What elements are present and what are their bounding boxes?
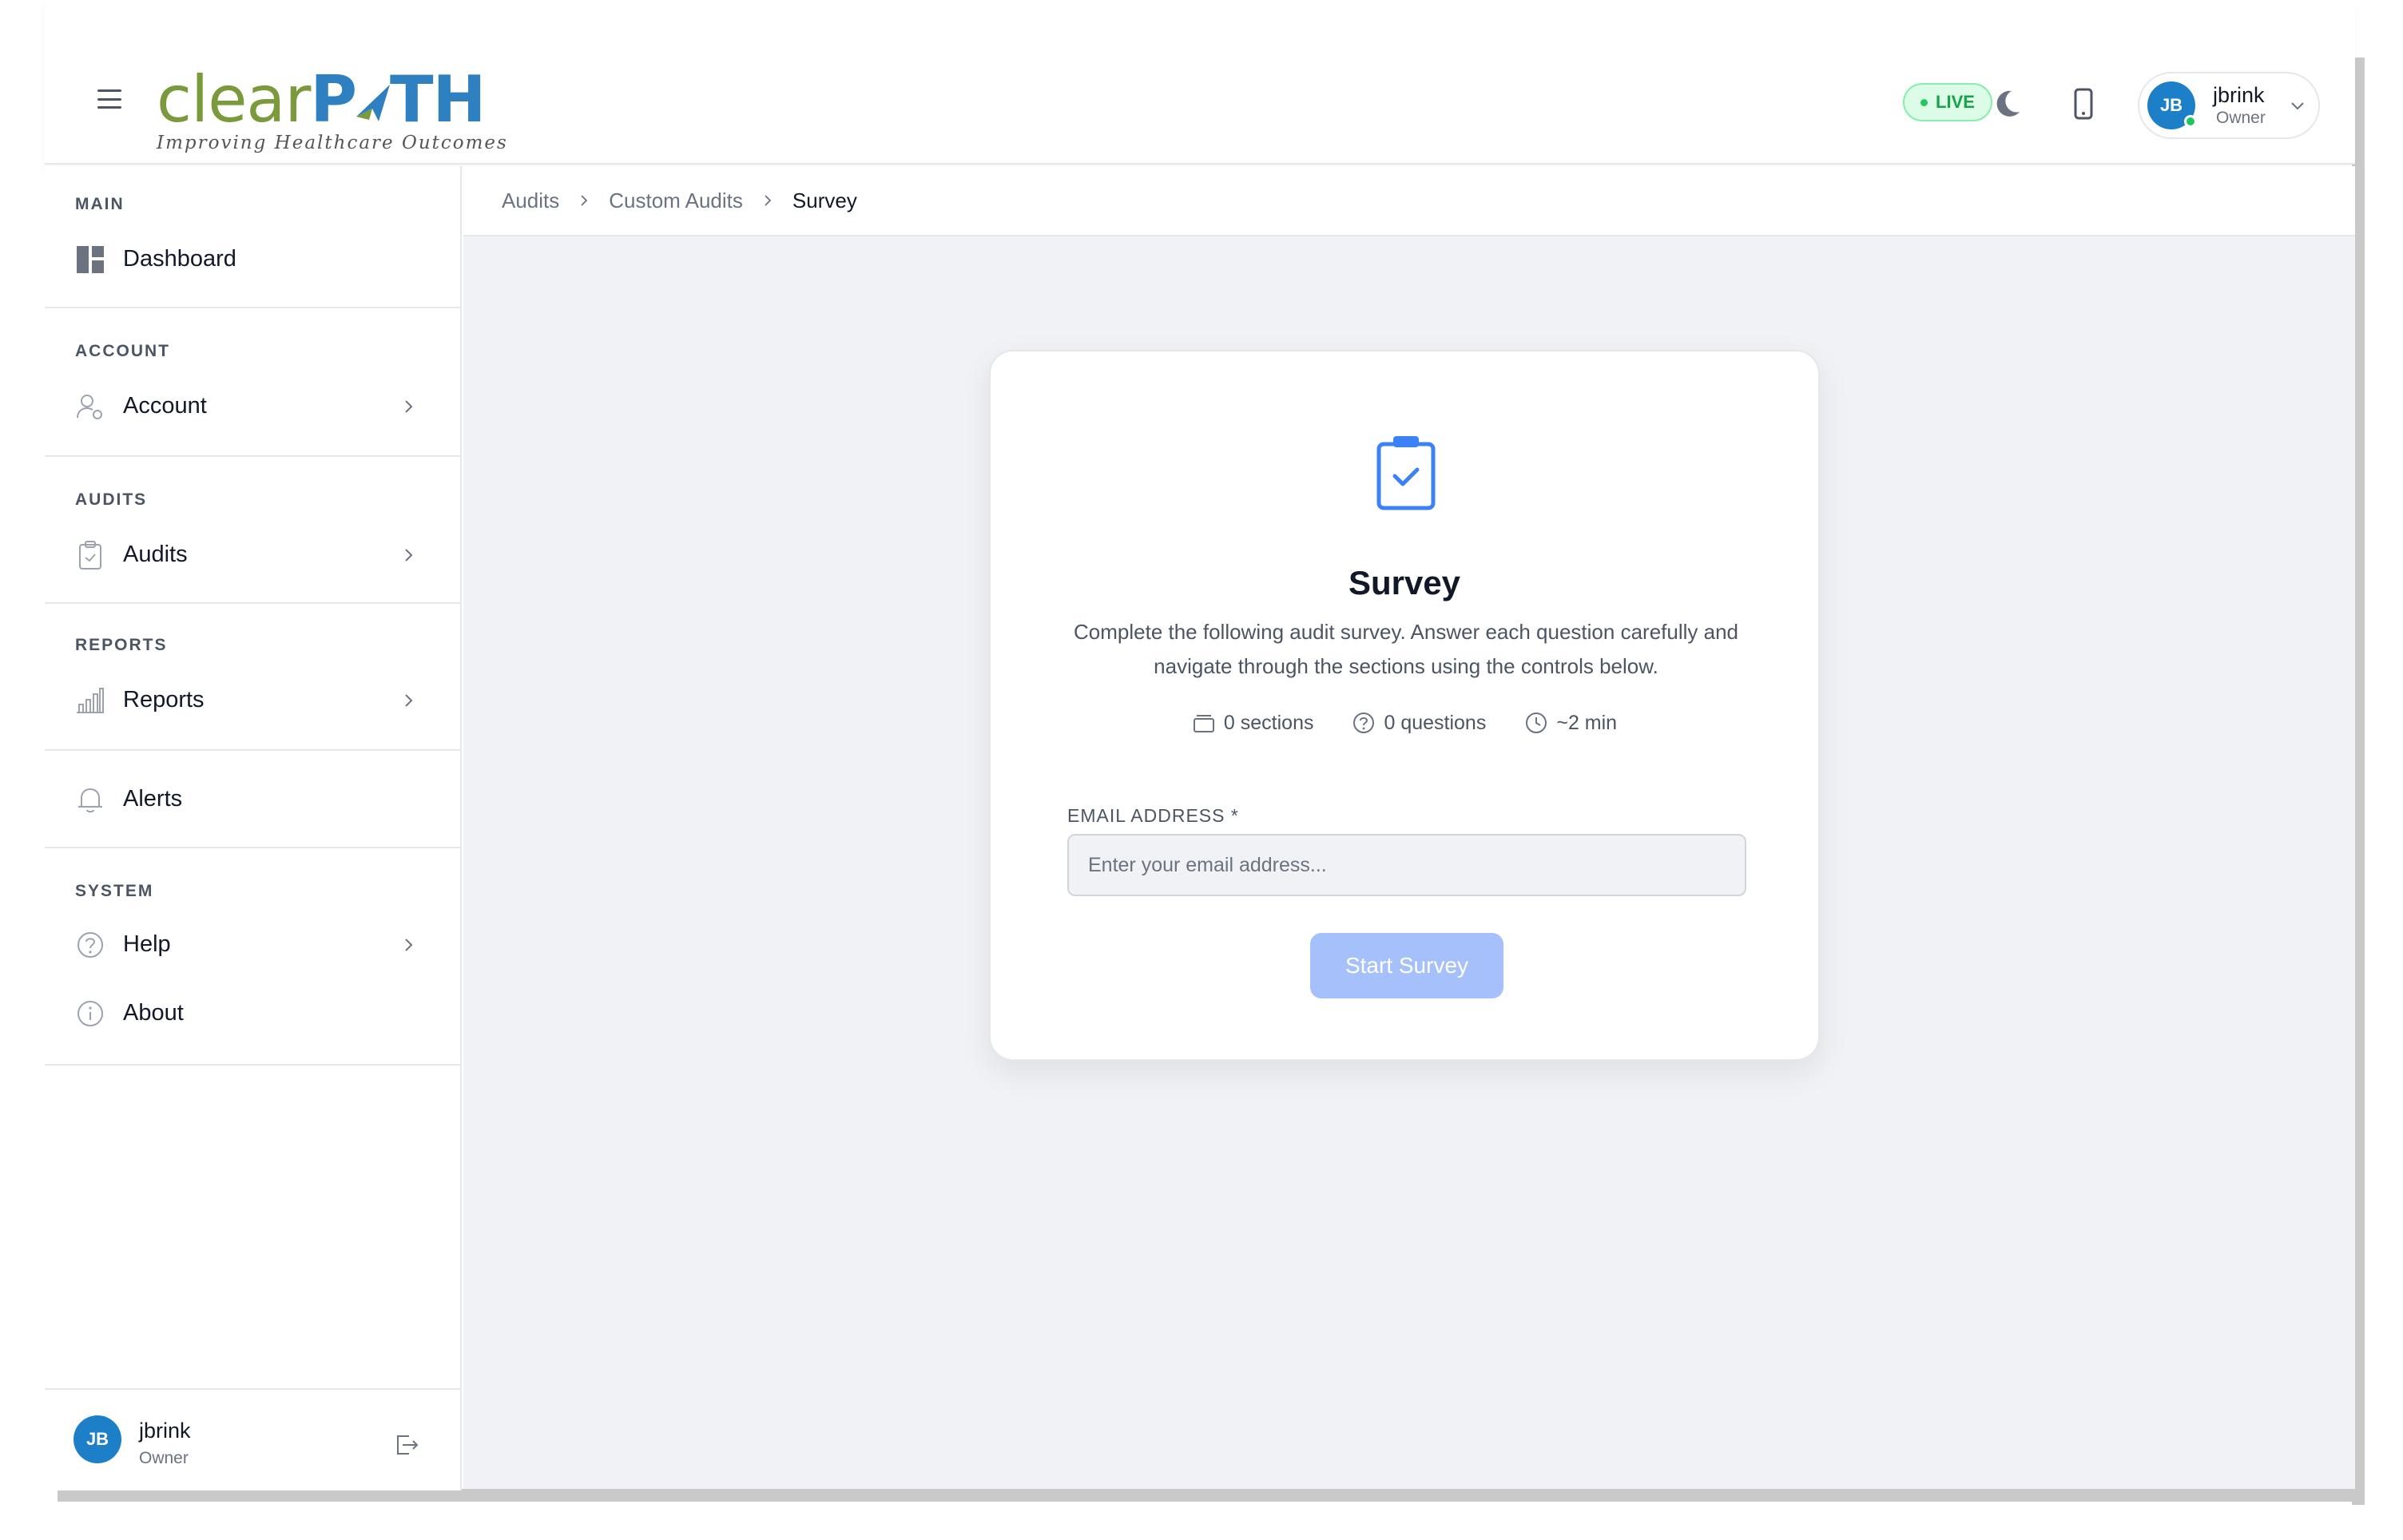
section-title-audits: AUDITS bbox=[75, 490, 148, 509]
meta-sections: 0 sections bbox=[1192, 711, 1314, 735]
mobile-icon[interactable] bbox=[2064, 85, 2103, 123]
info-circle-icon bbox=[77, 1001, 103, 1026]
sidebar-item-reports[interactable]: Reports bbox=[45, 673, 460, 728]
online-status-dot bbox=[2184, 115, 2197, 128]
chevron-right-icon bbox=[405, 694, 413, 707]
email-label: EMAIL ADDRESS * bbox=[1067, 805, 1239, 826]
bar-chart-icon bbox=[77, 688, 104, 713]
dashboard-icon bbox=[77, 246, 104, 273]
chevron-right-icon bbox=[405, 939, 413, 951]
moon-icon[interactable] bbox=[1988, 85, 2026, 123]
sidebar-item-label: Reports bbox=[123, 687, 205, 712]
sidebar-item-label: Dashboard bbox=[123, 246, 236, 272]
chevron-right-icon bbox=[581, 195, 588, 206]
logo-tagline: Improving Healthcare Outcomes bbox=[157, 133, 508, 153]
chevron-down-icon bbox=[2291, 102, 2304, 110]
breadcrumb-survey: Survey bbox=[792, 188, 857, 212]
survey-title: Survey bbox=[1348, 564, 1461, 601]
user-name: jbrink bbox=[2213, 83, 2265, 107]
sidebar-section-audits: AUDITS Audits bbox=[45, 457, 460, 604]
section-title-account: ACCOUNT bbox=[75, 342, 170, 360]
avatar-initials: JB bbox=[85, 1429, 109, 1449]
meta-duration-label: ~2 min bbox=[1556, 711, 1618, 734]
email-field[interactable] bbox=[1067, 834, 1746, 896]
meta-duration: ~2 min bbox=[1524, 711, 1617, 735]
avatar: JB bbox=[2147, 81, 2197, 129]
breadcrumb-custom-audits[interactable]: Custom Audits bbox=[609, 189, 743, 213]
user-settings-icon bbox=[77, 395, 102, 419]
breadcrumb: Audits Custom Audits Survey bbox=[463, 166, 2355, 236]
breadcrumb-audits[interactable]: Audits bbox=[502, 189, 559, 213]
chevron-right-icon bbox=[405, 549, 413, 562]
survey-description: Complete the following audit survey. Ans… bbox=[1074, 620, 1738, 678]
sidebar-section-reports: REPORTS Reports bbox=[45, 604, 460, 751]
section-title-system: SYSTEM bbox=[75, 882, 154, 900]
sidebar-item-label: Alerts bbox=[123, 786, 183, 812]
sidebar-item-account[interactable]: Account bbox=[45, 379, 460, 435]
window-shadow-bottom bbox=[58, 1489, 2365, 1502]
live-label: LIVE bbox=[1936, 92, 1975, 112]
hamburger-menu-icon[interactable] bbox=[97, 89, 121, 109]
avatar-initials: JB bbox=[2159, 95, 2183, 115]
logout-icon[interactable] bbox=[393, 1431, 420, 1459]
sidebar-item-label: About bbox=[123, 1000, 184, 1026]
sidebar-section-system: SYSTEM Help About bbox=[45, 848, 460, 1066]
user-name: jbrink bbox=[139, 1419, 191, 1443]
sidebar-section-account: ACCOUNT Account bbox=[45, 308, 460, 457]
bell-icon bbox=[78, 788, 102, 813]
chevron-right-icon bbox=[765, 195, 772, 206]
sidebar: MAIN Dashboard ACCOUNT Account AUDITS Au… bbox=[45, 166, 462, 1490]
avatar: JB bbox=[73, 1415, 121, 1463]
layers-icon bbox=[1193, 715, 1214, 732]
sidebar-item-label: Audits bbox=[123, 542, 188, 567]
top-header: clearP TH Improving Healthcare Outcomes L… bbox=[45, 0, 2355, 165]
logo-text-th: TH bbox=[389, 62, 487, 137]
start-survey-button[interactable]: Start Survey bbox=[1310, 933, 1503, 998]
user-role: Owner bbox=[139, 1449, 189, 1467]
main-content: Audits Custom Audits Survey Survey Compl… bbox=[463, 166, 2355, 1489]
clipboard-check-icon bbox=[79, 541, 101, 570]
section-title-main: MAIN bbox=[75, 195, 125, 213]
clipboard-check-icon bbox=[1376, 436, 1436, 510]
meta-questions: 0 questions bbox=[1352, 711, 1486, 735]
paper-plane-icon bbox=[355, 85, 390, 121]
sidebar-item-help[interactable]: Help bbox=[45, 917, 460, 973]
sidebar-section-alerts: Alerts bbox=[45, 751, 460, 848]
logo-text-clear: clear bbox=[157, 62, 311, 137]
meta-sections-label: 0 sections bbox=[1223, 711, 1314, 734]
sidebar-user-profile: JB jbrink Owner bbox=[45, 1388, 460, 1490]
sidebar-item-alerts[interactable]: Alerts bbox=[45, 772, 460, 828]
sidebar-item-dashboard[interactable]: Dashboard bbox=[45, 232, 460, 288]
live-status-badge: LIVE bbox=[1903, 83, 1992, 121]
clearpath-logo[interactable]: clearP TH Improving Healthcare Outcomes bbox=[157, 62, 524, 154]
clock-icon bbox=[1526, 712, 1547, 733]
sidebar-item-audits[interactable]: Audits bbox=[45, 527, 460, 583]
survey-card: Survey Complete the following audit surv… bbox=[989, 350, 1820, 1061]
logo-text-p: P bbox=[310, 62, 357, 137]
help-circle-icon bbox=[77, 932, 103, 958]
sidebar-item-label: Account bbox=[123, 393, 207, 419]
user-role: Owner bbox=[2216, 109, 2266, 127]
chevron-right-icon bbox=[405, 400, 413, 413]
section-title-reports: REPORTS bbox=[75, 636, 168, 654]
survey-meta: 0 sections 0 questions ~2 min bbox=[991, 711, 1818, 735]
question-circle-icon bbox=[1353, 712, 1375, 733]
user-menu-button[interactable]: JB jbrink Owner bbox=[2138, 72, 2320, 139]
meta-questions-label: 0 questions bbox=[1384, 711, 1487, 734]
live-dot-icon bbox=[1920, 98, 1928, 106]
sidebar-section-main: MAIN Dashboard bbox=[45, 166, 460, 308]
sidebar-item-about[interactable]: About bbox=[45, 986, 460, 1042]
sidebar-item-label: Help bbox=[123, 931, 171, 957]
